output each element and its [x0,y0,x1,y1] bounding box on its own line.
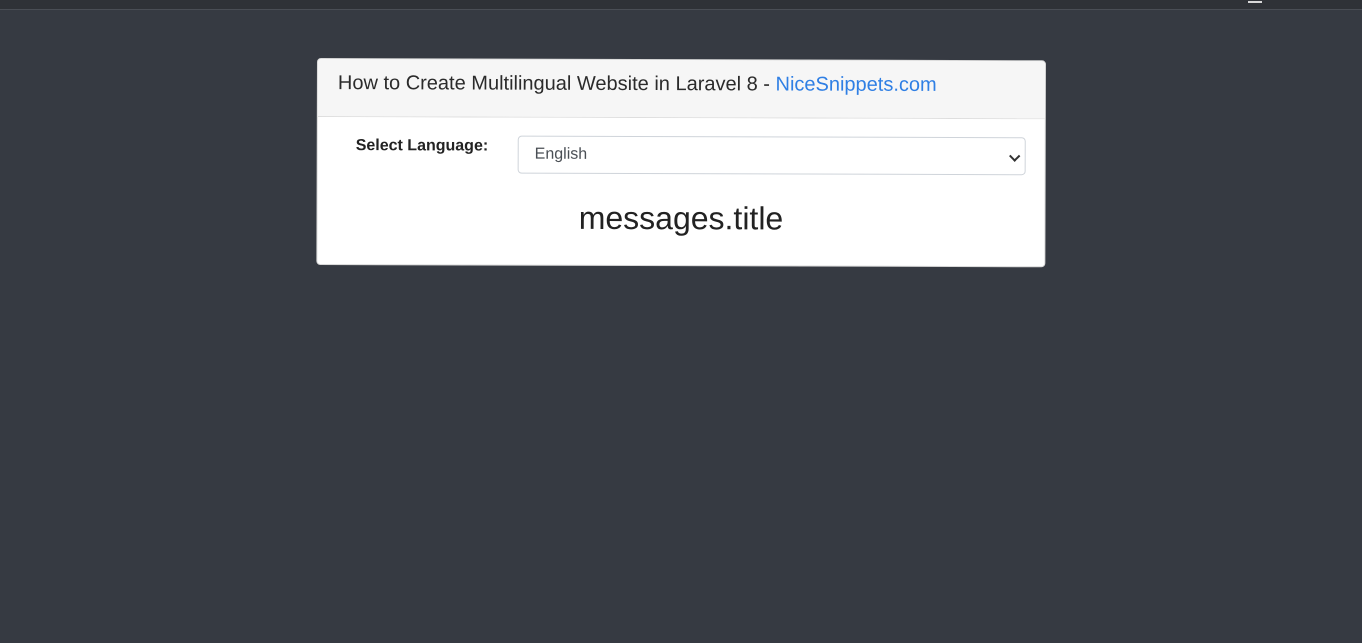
language-select[interactable]: English [517,135,1026,176]
browser-topbar [0,0,1362,10]
language-card: How to Create Multilingual Website in La… [316,58,1046,268]
chevron-down-icon [1009,150,1021,162]
account-icon[interactable] [1248,0,1262,3]
select-language-label: Select Language: [355,137,489,155]
page-title: How to Create Multilingual Website in La… [337,72,776,96]
language-form-row: Select Language: English [318,135,1045,176]
message-title: messages.title [578,199,784,237]
nicesnippets-link[interactable]: NiceSnippets.com [775,73,936,96]
language-select-value: English [534,145,588,163]
card-header: How to Create Multilingual Website in La… [317,59,1045,120]
